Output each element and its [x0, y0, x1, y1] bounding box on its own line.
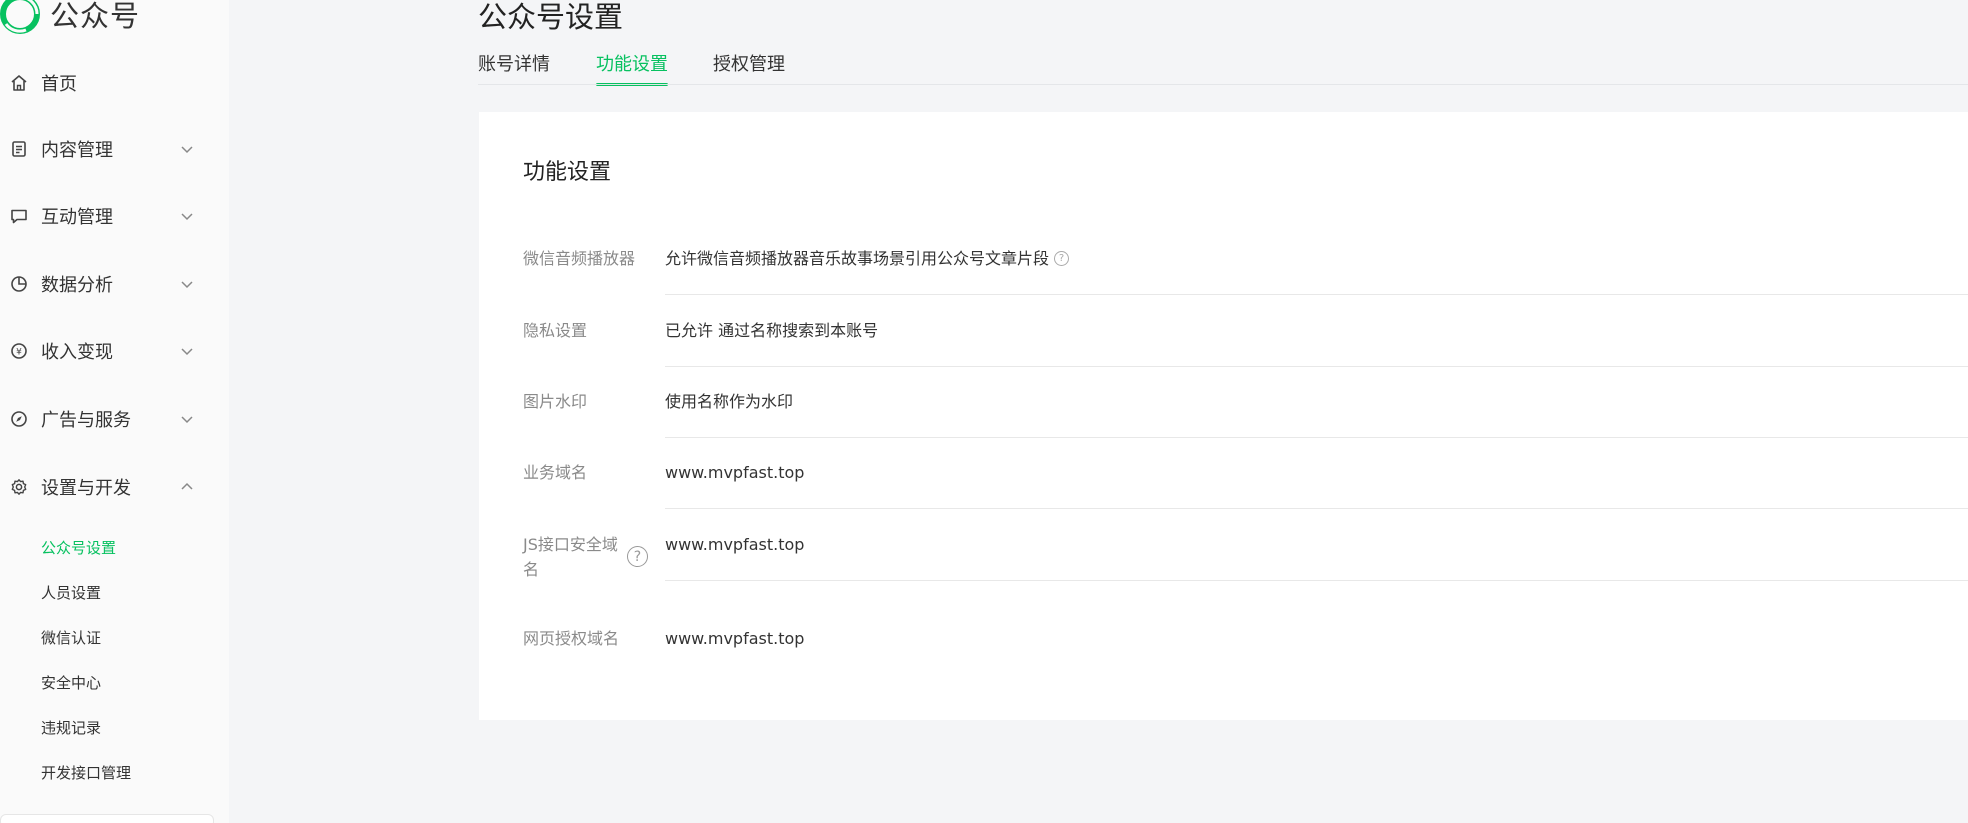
sidebar-item-label: 首页	[41, 74, 77, 95]
setting-label-watermark: 图片水印	[523, 392, 588, 411]
chevron-down-icon	[180, 277, 194, 291]
sidebar-subitem-security-center[interactable]: 安全中心	[41, 668, 101, 696]
sidebar-item-label: 设置与开发	[41, 478, 131, 499]
gear-icon	[9, 477, 29, 497]
chevron-down-icon	[180, 344, 194, 358]
sidebar-subitem-account-settings[interactable]: 公众号设置	[41, 533, 116, 561]
sidebar-item-label: 内容管理	[41, 140, 113, 161]
chevron-down-icon	[180, 209, 194, 223]
setting-value-oauth-domain: www.mvpfast.top	[665, 629, 805, 648]
sidebar-bottom-panel	[0, 814, 214, 823]
wechat-official-logo-icon	[0, 0, 40, 34]
sidebar-item-content[interactable]: 内容管理	[0, 129, 229, 169]
sidebar-subitem-violation-records[interactable]: 违规记录	[41, 713, 101, 741]
help-icon[interactable]: ?	[1054, 251, 1070, 266]
row-divider	[665, 294, 1968, 295]
chevron-down-icon	[180, 142, 194, 156]
tab-authorization[interactable]: 授权管理	[713, 50, 785, 86]
sidebar-item-monetization[interactable]: ¥ 收入变现	[0, 331, 229, 371]
setting-value-text: 允许微信音频播放器音乐故事场景引用公众号文章片段	[665, 249, 1050, 268]
document-icon	[9, 139, 29, 159]
sidebar: 公众号 首页 内容管理 互动管理 数据分析 ¥ 收入变现 广告与服务 设置与开发…	[0, 0, 229, 823]
setting-label-privacy: 隐私设置	[523, 321, 588, 340]
row-divider	[665, 580, 1968, 581]
page-title: 公众号设置	[478, 0, 624, 34]
card-title: 功能设置	[523, 160, 612, 185]
sidebar-item-settings-dev[interactable]: 设置与开发	[0, 467, 229, 507]
sidebar-item-label: 收入变现	[41, 342, 113, 363]
tab-account-details[interactable]: 账号详情	[478, 50, 550, 86]
row-divider	[665, 437, 1968, 438]
chevron-down-icon	[180, 412, 194, 426]
row-divider	[665, 366, 1968, 367]
pie-chart-icon	[9, 274, 29, 294]
yen-icon: ¥	[9, 341, 29, 361]
sidebar-item-label: 数据分析	[41, 275, 113, 296]
sidebar-subitem-dev-api[interactable]: 开发接口管理	[41, 758, 131, 786]
setting-value-privacy: 已允许 通过名称搜索到本账号	[665, 321, 879, 340]
home-icon	[9, 73, 29, 93]
sidebar-item-label: 互动管理	[41, 207, 113, 228]
sidebar-item-interaction[interactable]: 互动管理	[0, 196, 229, 236]
brand-logo[interactable]: 公众号	[0, 0, 140, 34]
setting-label-business-domain: 业务域名	[523, 463, 588, 482]
chat-icon	[9, 206, 29, 226]
tab-feature-settings[interactable]: 功能设置	[596, 50, 668, 86]
sidebar-item-label: 广告与服务	[41, 410, 131, 431]
svg-text:¥: ¥	[16, 348, 22, 358]
sidebar-item-home[interactable]: 首页	[0, 63, 229, 103]
tab-divider	[478, 84, 1968, 85]
sidebar-subitem-wechat-verification[interactable]: 微信认证	[41, 623, 101, 651]
sidebar-subitem-member-settings[interactable]: 人员设置	[41, 578, 101, 606]
setting-label-js-domain: JS接口安全域 名	[523, 532, 618, 582]
setting-label-oauth-domain: 网页授权域名	[523, 629, 620, 648]
setting-label-line: JS接口安全域	[523, 535, 618, 554]
setting-label-audio-player: 微信音频播放器	[523, 249, 636, 268]
setting-value-business-domain: www.mvpfast.top	[665, 463, 805, 482]
setting-value-watermark: 使用名称作为水印	[665, 392, 794, 411]
sidebar-item-ads-services[interactable]: 广告与服务	[0, 399, 229, 439]
setting-value-audio-player: 允许微信音频播放器音乐故事场景引用公众号文章片段 ?	[665, 246, 1070, 271]
compass-icon	[9, 409, 29, 429]
brand-name: 公众号	[50, 0, 141, 33]
chevron-up-icon	[180, 480, 194, 494]
sidebar-item-analytics[interactable]: 数据分析	[0, 264, 229, 304]
feature-settings-card: 功能设置 微信音频播放器 允许微信音频播放器音乐故事场景引用公众号文章片段 ? …	[479, 112, 1968, 720]
row-divider	[665, 508, 1968, 509]
setting-value-js-domain: www.mvpfast.top	[665, 535, 805, 554]
help-icon[interactable]: ?	[627, 546, 648, 567]
setting-label-line: 名	[523, 560, 540, 579]
